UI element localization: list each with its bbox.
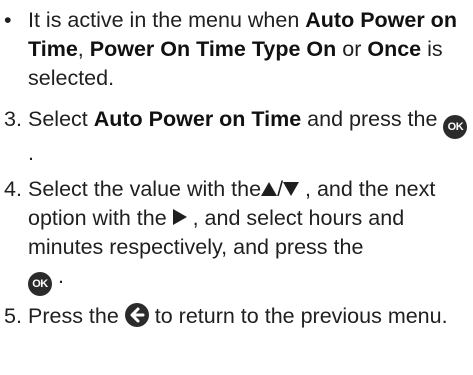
step-text: Press the to return to the previous menu…	[28, 302, 468, 331]
step-3-bold: Auto Power on Time	[93, 107, 302, 131]
up-down-arrows-icon: /	[261, 177, 300, 201]
bullet-sep2: or	[336, 37, 368, 61]
step-5-suffix: to return to the previous menu.	[148, 304, 448, 328]
bullet-item-once: Once	[367, 37, 422, 61]
bullet-item-power-on-time-type-on: Power On Time Type On	[89, 37, 337, 61]
step-text: Select the value with the / , and the nex…	[28, 175, 468, 296]
bullet-mark: •	[4, 8, 12, 32]
bullet-text: It is active in the menu when Auto Power…	[28, 6, 468, 93]
manual-page: • It is active in the menu when Auto Pow…	[0, 0, 473, 375]
step-3-prefix: Select	[28, 107, 94, 131]
step-3-middle: and press the	[301, 107, 444, 131]
step-text: Select Auto Power on Time and press the …	[28, 105, 468, 168]
step-number: 4.	[4, 177, 22, 201]
step-number: 5.	[4, 304, 22, 328]
bullet-prefix: It is active in the menu when	[28, 8, 306, 32]
step-3-suffix: .	[28, 141, 34, 165]
back-button-icon	[124, 303, 149, 327]
step-5-prefix: Press the	[28, 304, 125, 328]
up-triangle-icon	[261, 182, 278, 196]
down-triangle-icon	[283, 182, 300, 196]
ok-button-icon: OK	[443, 115, 468, 139]
ok-button-icon: OK	[28, 272, 52, 296]
bullet-sep1: ,	[77, 37, 90, 61]
step-4-suffix: .	[52, 264, 64, 288]
step-4-part1: Select the value with the	[28, 177, 262, 201]
right-arrow-icon	[172, 209, 187, 225]
step-number: 3.	[4, 107, 22, 131]
